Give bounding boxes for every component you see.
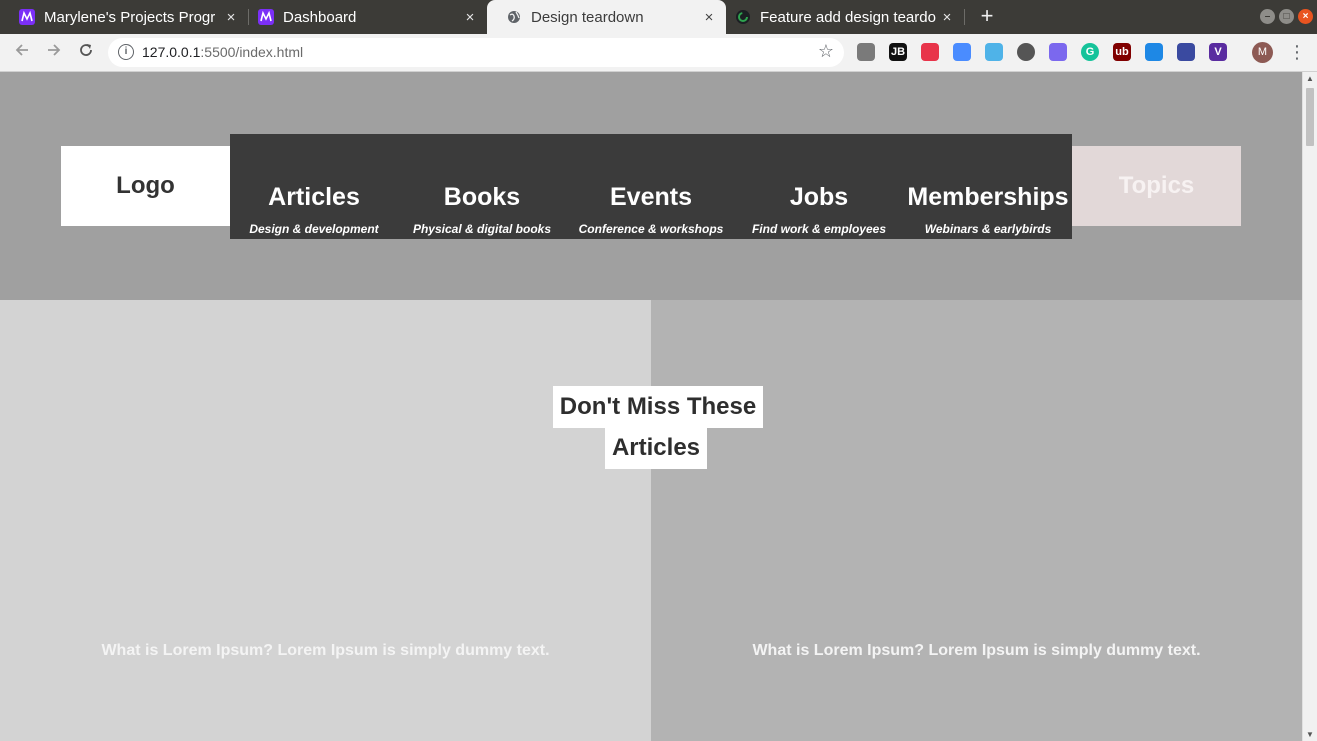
close-icon[interactable]: × — [701, 9, 717, 26]
nav-item-jobs[interactable]: Jobs Find work & employees — [735, 134, 903, 239]
project-app-icon — [258, 9, 274, 25]
minimize-button[interactable]: – — [1260, 9, 1275, 24]
reload-icon — [80, 44, 92, 56]
clickup-icon[interactable] — [1049, 43, 1067, 61]
globe-icon — [506, 9, 522, 25]
nav-subtitle: Conference & workshops — [578, 222, 724, 236]
address-bar[interactable]: i 127.0.0.1:5500/index.html ☆ — [108, 38, 844, 67]
tab-title: Marylene's Projects Progr — [44, 8, 216, 26]
tab-divider — [964, 9, 965, 25]
window-controls: – □ × — [1260, 9, 1313, 24]
grammar-check-icon[interactable] — [1017, 43, 1035, 61]
nav-subtitle: Find work & employees — [751, 222, 887, 236]
back-arrow-icon — [15, 44, 28, 56]
tab-title: Feature add design teardo — [760, 8, 936, 26]
bookmark-star-icon[interactable]: ☆ — [818, 41, 834, 62]
zoom-icon[interactable] — [953, 43, 971, 61]
close-window-button[interactable]: × — [1298, 9, 1313, 24]
forward-button[interactable] — [43, 41, 65, 63]
nav-subtitle: Design & development — [249, 222, 379, 236]
nav-item-memberships[interactable]: Memberships Webinars & earlybirds — [904, 134, 1072, 239]
nav-title: Books — [443, 183, 521, 211]
nav-item-events[interactable]: Events Conference & workshops — [567, 134, 735, 239]
tab-feature-add-design-teardown[interactable]: Feature add design teardo × — [716, 0, 964, 34]
logo[interactable]: Logo — [61, 146, 230, 226]
arrow-extension-icon[interactable] — [1145, 43, 1163, 61]
new-tab-button[interactable]: + — [978, 5, 996, 29]
url-host: 127.0.0.1 — [142, 44, 201, 60]
section-heading-line-2: Articles — [605, 427, 707, 469]
left-article-text[interactable]: What is Lorem Ipsum? Lorem Ipsum is simp… — [0, 642, 651, 660]
nav-subtitle: Webinars & earlybirds — [924, 222, 1052, 236]
camera-icon[interactable] — [857, 43, 875, 61]
url-path: :5500/index.html — [200, 44, 304, 60]
tab-strip: Marylene's Projects Progr × Dashboard × … — [0, 0, 1317, 34]
url-text: 127.0.0.1:5500/index.html — [142, 44, 303, 60]
grammarly-icon[interactable]: G — [1081, 43, 1099, 61]
nav-item-articles[interactable]: Articles Design & development — [230, 134, 398, 239]
nav-item-books[interactable]: Books Physical & digital books — [398, 134, 566, 239]
close-icon[interactable]: × — [939, 9, 955, 26]
avatar[interactable]: M — [1252, 42, 1273, 63]
tab-design-teardown[interactable]: Design teardown × — [487, 0, 726, 34]
jetbrains-icon[interactable]: JB — [889, 43, 907, 61]
vimium-icon[interactable]: V — [1209, 43, 1227, 61]
left-article-panel: What is Lorem Ipsum? Lorem Ipsum is simp… — [0, 300, 651, 741]
tab-title: Dashboard — [283, 8, 357, 26]
scroll-up-icon[interactable]: ▲ — [1306, 74, 1314, 83]
browser-toolbar: i 127.0.0.1:5500/index.html ☆ JB Gub V M ⋮ — [0, 34, 1317, 72]
github-icon — [735, 9, 751, 25]
project-app-icon — [19, 9, 35, 25]
nav-subtitle: Physical & digital books — [412, 222, 552, 236]
lastpass-icon[interactable] — [921, 43, 939, 61]
tab-marylenes-projects[interactable]: Marylene's Projects Progr × — [0, 0, 248, 34]
right-article-text[interactable]: What is Lorem Ipsum? Lorem Ipsum is simp… — [651, 642, 1302, 660]
nav-title: Events — [610, 183, 692, 211]
forward-arrow-icon — [48, 44, 61, 56]
tab-title: Design teardown — [531, 8, 644, 26]
nav-title: Jobs — [789, 183, 849, 211]
nav-title: Memberships — [907, 183, 1069, 211]
scrollbar-thumb[interactable] — [1306, 88, 1314, 146]
extension-icon[interactable] — [985, 43, 1003, 61]
nav-title: Articles — [268, 183, 360, 211]
back-button[interactable] — [11, 41, 33, 63]
info-icon[interactable]: i — [118, 44, 134, 60]
reload-button[interactable] — [75, 41, 97, 63]
topics-button[interactable]: Topics — [1072, 146, 1241, 226]
page-scrollbar[interactable]: ▲ ▼ — [1302, 72, 1317, 741]
close-icon[interactable]: × — [223, 9, 239, 26]
menu-icon[interactable]: ⋮ — [1288, 42, 1306, 64]
page-viewport: Logo Articles Design & development Books… — [0, 72, 1302, 741]
eyedropper-icon[interactable] — [1177, 43, 1195, 61]
right-article-panel: What is Lorem Ipsum? Lorem Ipsum is simp… — [651, 300, 1302, 741]
maximize-button[interactable]: □ — [1279, 9, 1294, 24]
scroll-down-icon[interactable]: ▼ — [1306, 730, 1314, 739]
ublock-icon[interactable]: ub — [1113, 43, 1131, 61]
tab-dashboard[interactable]: Dashboard × — [239, 0, 487, 34]
section-heading-line-1: Don't Miss These — [553, 386, 763, 428]
close-icon[interactable]: × — [462, 9, 478, 26]
main-nav: Articles Design & development Books Phys… — [230, 134, 1072, 239]
